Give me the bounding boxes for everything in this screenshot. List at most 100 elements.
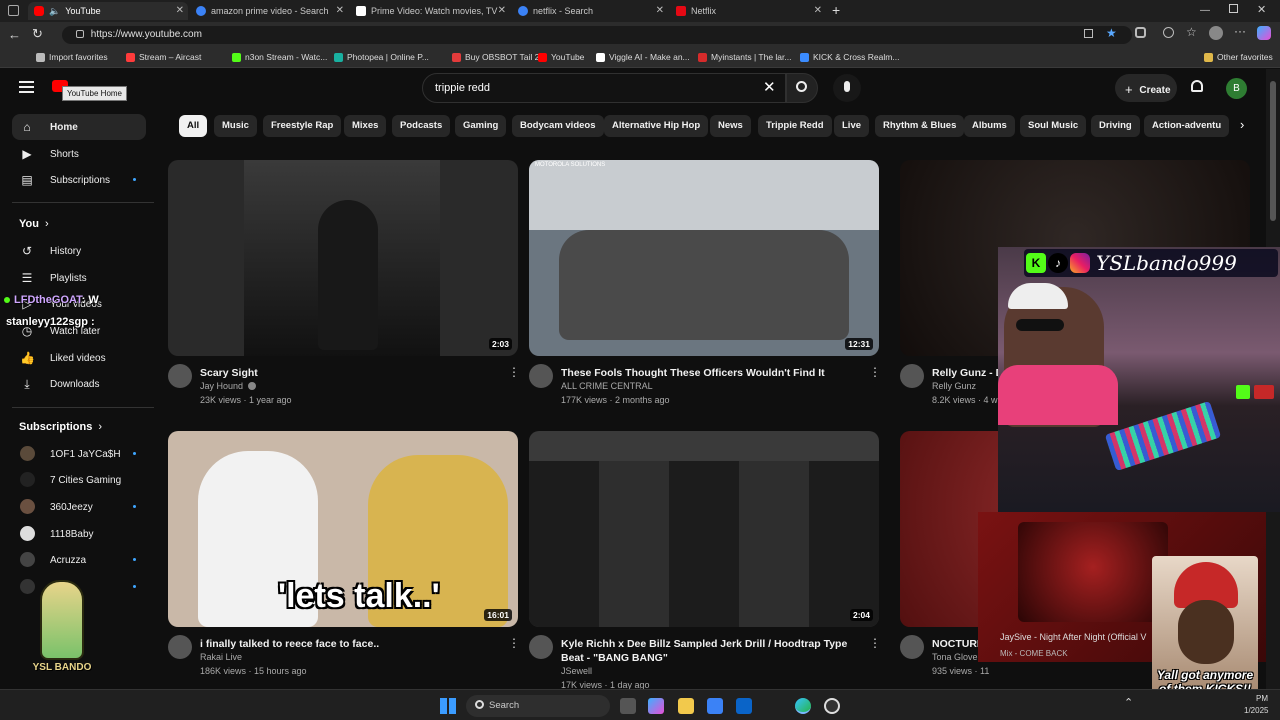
video-card[interactable]: 2:03 Scary Sight Jay Hound 23K views · 1 ye… (168, 160, 520, 420)
clear-search-icon[interactable]: ✕ (763, 78, 776, 96)
window-menu-icon[interactable] (8, 5, 19, 16)
taskbar-search[interactable]: Search (466, 695, 610, 717)
bookmark-item[interactable]: n3on Stream - Watc... (232, 52, 327, 62)
channel-avatar[interactable] (900, 364, 924, 388)
video-thumbnail[interactable]: 'lets talk..' 16:01 (168, 431, 518, 627)
channel-name[interactable]: JSewell (561, 666, 592, 676)
other-favorites[interactable]: Other favorites (1204, 52, 1273, 62)
menu-icon[interactable] (19, 81, 34, 93)
chip-freestyle-rap[interactable]: Freestyle Rap (263, 115, 342, 137)
outlook-icon[interactable] (736, 698, 752, 714)
tab-prime-video[interactable]: Prime Video: Watch movies, TV sh ✕ (350, 2, 510, 20)
bookmark-item[interactable]: YouTube (538, 52, 584, 62)
sidebar-item-home[interactable]: ⌂ Home (12, 114, 146, 140)
tab-netflix[interactable]: Netflix ✕ (670, 2, 826, 20)
chip-rhythm-blues[interactable]: Rhythm & Blues (875, 115, 965, 137)
tab-amazon-search[interactable]: amazon prime video - Search ✕ (190, 2, 348, 20)
subscription-item[interactable]: 7 Cities Gaming (12, 467, 146, 493)
refresh-icon[interactable]: ↻ (32, 26, 43, 42)
subscription-item[interactable]: 360Jeezy (12, 494, 146, 520)
clock-time[interactable]: PM (1256, 694, 1268, 703)
channel-avatar[interactable] (168, 635, 192, 659)
chip-podcasts[interactable]: Podcasts (392, 115, 451, 137)
chip-trippie-redd[interactable]: Trippie Redd (758, 115, 832, 137)
chip-gaming[interactable]: Gaming (455, 115, 507, 137)
channel-avatar[interactable] (529, 364, 553, 388)
create-button[interactable]: + Create (1115, 74, 1177, 102)
chip-soul-music[interactable]: Soul Music (1020, 115, 1087, 137)
subscriptions-heading[interactable]: Subscriptions › (19, 421, 102, 433)
task-view-icon[interactable] (620, 698, 636, 714)
bookmark-item[interactable]: Stream – Aircast (126, 52, 201, 62)
tab-youtube[interactable]: 🔈 YouTube ✕ (28, 2, 188, 20)
search-input[interactable]: trippie redd (435, 82, 490, 94)
sidebar-item-liked-videos[interactable]: 👍 Liked videos (12, 345, 146, 371)
you-section-heading[interactable]: You › (19, 218, 49, 230)
chip-news[interactable]: News (710, 115, 751, 137)
tray-chevron-icon[interactable]: ⌃ (1124, 696, 1133, 709)
voice-search-icon[interactable] (833, 74, 861, 102)
split-screen-icon[interactable] (1163, 27, 1174, 38)
chip-bodycam-videos[interactable]: Bodycam videos (512, 115, 604, 137)
profile-icon[interactable] (1209, 26, 1223, 40)
subscription-item[interactable]: 1OF1 JaYCa$H (12, 441, 146, 467)
clock-date[interactable]: 1/2025 (1244, 706, 1268, 715)
minimize-icon[interactable]: — (1200, 5, 1210, 16)
start-icon[interactable] (440, 698, 456, 714)
channel-avatar[interactable] (168, 364, 192, 388)
chip-music[interactable]: Music (214, 115, 257, 137)
chip-albums[interactable]: Albums (964, 115, 1015, 137)
scrollbar-thumb[interactable] (1270, 81, 1276, 221)
extensions-icon[interactable] (1135, 27, 1146, 38)
more-actions-icon[interactable]: ⋮ (508, 637, 520, 649)
channel-name[interactable]: ALL CRIME CENTRAL (561, 381, 653, 391)
more-actions-icon[interactable]: ⋮ (508, 366, 520, 378)
search-button[interactable] (786, 73, 818, 103)
channel-name[interactable]: Relly Gunz (932, 381, 976, 391)
bookmark-item[interactable]: Import favorites (36, 52, 108, 62)
chip-all[interactable]: All (179, 115, 208, 137)
url-field[interactable]: https://www.youtube.com ★ (62, 26, 1132, 44)
speaker-icon[interactable]: 🔈 (49, 6, 60, 17)
account-avatar[interactable]: B (1226, 78, 1247, 99)
close-tab-icon[interactable]: ✕ (814, 5, 822, 16)
channel-avatar[interactable] (900, 635, 924, 659)
channel-name[interactable]: Rakai Live (200, 652, 242, 662)
sidebar-item-history[interactable]: ↺ History (12, 238, 146, 264)
back-icon[interactable]: ← (8, 27, 21, 42)
favorite-star-icon[interactable]: ★ (1106, 26, 1117, 40)
video-title[interactable]: i finally talked to reece face to face.. (200, 637, 500, 651)
video-card[interactable]: MOTOROLA SOLUTIONS 12:31 These Fools Thoug… (529, 160, 881, 420)
video-thumbnail[interactable]: 2:04 (529, 431, 879, 627)
bookmark-item[interactable]: Photopea | Online P... (334, 52, 429, 62)
video-card[interactable]: 'lets talk..' 16:01 i finally talked to re… (168, 431, 520, 689)
close-window-icon[interactable]: ✕ (1257, 3, 1266, 16)
subscription-item[interactable]: Acruzza (12, 547, 146, 573)
bookmark-item[interactable]: Buy OBSBOT Tail 2... (452, 52, 546, 62)
bookmark-item[interactable]: Myinstants | The lar... (698, 52, 791, 62)
video-card[interactable]: 2:04 Kyle Richh x Dee Billz Sampled Jerk … (529, 431, 881, 689)
obs-icon[interactable] (824, 698, 840, 714)
sidebar-item-playlists[interactable]: ☰ Playlists (12, 265, 146, 291)
video-title[interactable]: These Fools Thought These Officers Would… (561, 366, 861, 380)
more-actions-icon[interactable]: ⋮ (869, 366, 881, 378)
chips-next-icon[interactable]: › (1240, 117, 1244, 132)
bookmark-item[interactable]: KICK & Cross Realm... (800, 52, 899, 62)
sidebar-item-shorts[interactable]: ▶ Shorts (12, 141, 146, 167)
store-icon[interactable] (707, 698, 723, 714)
close-tab-icon[interactable]: ✕ (176, 5, 184, 16)
new-tab-button[interactable]: + (832, 2, 840, 18)
favorites-icon[interactable]: ☆ (1186, 25, 1197, 39)
video-title[interactable]: Kyle Richh x Dee Billz Sampled Jerk Dril… (561, 637, 861, 665)
copilot-taskbar-icon[interactable] (648, 698, 664, 714)
more-icon[interactable]: ··· (1234, 24, 1246, 38)
bookmark-item[interactable]: Viggle AI - Make an... (596, 52, 690, 62)
sidebar-item-subscriptions[interactable]: ▤ Subscriptions (12, 167, 146, 193)
channel-avatar[interactable] (529, 635, 553, 659)
site-info-icon[interactable] (76, 30, 84, 38)
video-thumbnail[interactable]: 2:03 (168, 160, 518, 356)
chip-live[interactable]: Live (834, 115, 870, 137)
channel-name[interactable]: Tona Glover (932, 652, 981, 662)
channel-name[interactable]: Jay Hound (200, 381, 243, 391)
search-box[interactable]: trippie redd ✕ (422, 73, 786, 103)
